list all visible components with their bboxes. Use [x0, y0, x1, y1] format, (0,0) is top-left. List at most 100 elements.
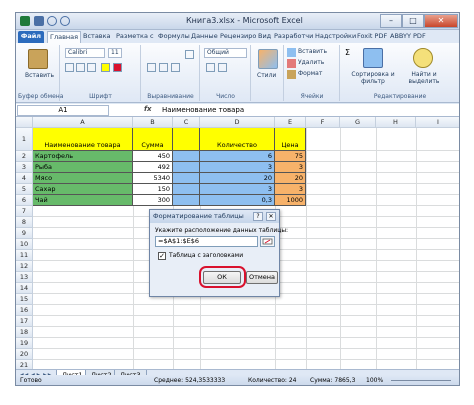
underline-icon[interactable]: [87, 63, 96, 72]
table-cell-qty[interactable]: 3: [200, 162, 275, 173]
ok-button[interactable]: ОК: [203, 271, 241, 284]
insert-cells-button[interactable]: Вставить: [298, 48, 327, 55]
sort-filter-icon[interactable]: [363, 48, 383, 68]
tab-view[interactable]: Вид: [256, 31, 273, 43]
tab-developer[interactable]: Разработчи: [272, 31, 315, 43]
align-center-icon[interactable]: [159, 63, 168, 72]
name-box[interactable]: A1: [17, 105, 109, 116]
percent-icon[interactable]: [206, 63, 215, 72]
table-cell-price[interactable]: 20: [275, 173, 306, 184]
header-cell-qty[interactable]: Количество: [200, 128, 275, 151]
fill-color-icon[interactable]: [101, 63, 110, 72]
range-input[interactable]: =$A$1:$E$6: [155, 236, 258, 247]
table-cell-empty[interactable]: [173, 195, 200, 206]
zoom-level[interactable]: 100%: [366, 375, 383, 385]
row-header-9[interactable]: 9: [16, 228, 33, 239]
insert-function-icon[interactable]: fx: [144, 105, 152, 113]
table-cell-qty[interactable]: 6: [200, 151, 275, 162]
column-header-e[interactable]: E: [275, 117, 306, 128]
styles-button[interactable]: Стили: [257, 72, 276, 79]
table-cell-name[interactable]: Рыба: [33, 162, 133, 173]
column-header-h[interactable]: H: [376, 117, 416, 128]
row-header-11[interactable]: 11: [16, 250, 33, 261]
styles-icon[interactable]: [258, 49, 278, 69]
font-name-select[interactable]: Calibri: [65, 48, 105, 58]
table-cell-empty[interactable]: [173, 184, 200, 195]
italic-icon[interactable]: [76, 63, 85, 72]
row-header-19[interactable]: 19: [16, 338, 33, 349]
table-cell-sum[interactable]: 492: [133, 162, 173, 173]
header-cell-sum[interactable]: Сумма: [133, 128, 173, 151]
table-cell-name[interactable]: Чай: [33, 195, 133, 206]
row-header-6[interactable]: 6: [16, 195, 33, 206]
select-all-corner[interactable]: [16, 117, 33, 128]
find-select-button[interactable]: Найти и выделить: [403, 71, 445, 85]
tab-home[interactable]: Главная: [47, 31, 82, 43]
redo-icon[interactable]: [60, 16, 70, 26]
column-header-a[interactable]: A: [33, 117, 133, 128]
row-header-5[interactable]: 5: [16, 184, 33, 195]
header-cell-empty[interactable]: [173, 128, 200, 151]
table-cell-qty[interactable]: 3: [200, 184, 275, 195]
help-button[interactable]: ?: [253, 212, 263, 221]
column-header-i[interactable]: I: [416, 117, 459, 128]
paste-icon[interactable]: [28, 49, 48, 69]
bold-icon[interactable]: [65, 63, 74, 72]
tab-formulas[interactable]: Формулы: [156, 31, 192, 43]
row-header-10[interactable]: 10: [16, 239, 33, 250]
header-cell-name[interactable]: Наименование товара: [33, 128, 133, 151]
excel-logo-icon[interactable]: [20, 16, 30, 26]
minimize-button[interactable]: –: [380, 14, 402, 28]
header-cell-price[interactable]: Цена: [275, 128, 306, 151]
tab-file[interactable]: Файл: [18, 31, 44, 43]
align-right-icon[interactable]: [171, 63, 180, 72]
row-header-18[interactable]: 18: [16, 327, 33, 338]
row-header-16[interactable]: 16: [16, 305, 33, 316]
dialog-close-button[interactable]: ✕: [266, 212, 276, 221]
row-header-17[interactable]: 17: [16, 316, 33, 327]
save-icon[interactable]: [34, 16, 44, 26]
row-header-12[interactable]: 12: [16, 261, 33, 272]
column-header-c[interactable]: C: [173, 117, 200, 128]
tab-foxit-pdf[interactable]: Foxit PDF: [355, 31, 389, 43]
table-cell-qty[interactable]: 0,3: [200, 195, 275, 206]
table-cell-price[interactable]: 1000: [275, 195, 306, 206]
formula-input[interactable]: Наименование товара: [158, 104, 459, 116]
maximize-button[interactable]: □: [402, 14, 424, 28]
row-header-21[interactable]: 21: [16, 360, 33, 369]
delete-cells-button[interactable]: Удалить: [298, 59, 324, 66]
paste-button[interactable]: Вставить: [25, 72, 54, 79]
zoom-slider[interactable]: [391, 380, 451, 381]
table-cell-empty[interactable]: [173, 151, 200, 162]
wrap-text-icon[interactable]: [185, 50, 194, 59]
font-color-icon[interactable]: [113, 63, 122, 72]
column-header-b[interactable]: B: [133, 117, 173, 128]
tab-insert[interactable]: Вставка: [81, 31, 113, 43]
row-header-20[interactable]: 20: [16, 349, 33, 360]
tab-data[interactable]: Данные: [189, 31, 220, 43]
font-size-select[interactable]: 11: [108, 48, 122, 58]
number-format-select[interactable]: Общий: [204, 48, 247, 58]
autosum-icon[interactable]: Σ: [345, 48, 354, 57]
row-header-4[interactable]: 4: [16, 173, 33, 184]
tab-page-layout[interactable]: Разметка с: [114, 31, 156, 43]
sort-filter-button[interactable]: Сортировка и фильтр: [344, 71, 402, 85]
format-cells-button[interactable]: Формат: [298, 70, 322, 77]
row-header-2[interactable]: 2: [16, 151, 33, 162]
column-header-f[interactable]: F: [306, 117, 340, 128]
row-header-15[interactable]: 15: [16, 294, 33, 305]
row-header-7[interactable]: 7: [16, 206, 33, 217]
tab-addins[interactable]: Надстройки: [313, 31, 358, 43]
table-cell-price[interactable]: 3: [275, 162, 306, 173]
table-cell-sum[interactable]: 300: [133, 195, 173, 206]
thousands-icon[interactable]: [218, 63, 227, 72]
find-select-icon[interactable]: [413, 48, 433, 68]
table-cell-sum[interactable]: 150: [133, 184, 173, 195]
undo-icon[interactable]: [47, 16, 57, 26]
column-header-d[interactable]: D: [200, 117, 275, 128]
table-cell-price[interactable]: 75: [275, 151, 306, 162]
collapse-dialog-button[interactable]: [260, 236, 275, 247]
row-header-1[interactable]: 1: [16, 128, 33, 151]
row-header-8[interactable]: 8: [16, 217, 33, 228]
row-header-13[interactable]: 13: [16, 272, 33, 283]
